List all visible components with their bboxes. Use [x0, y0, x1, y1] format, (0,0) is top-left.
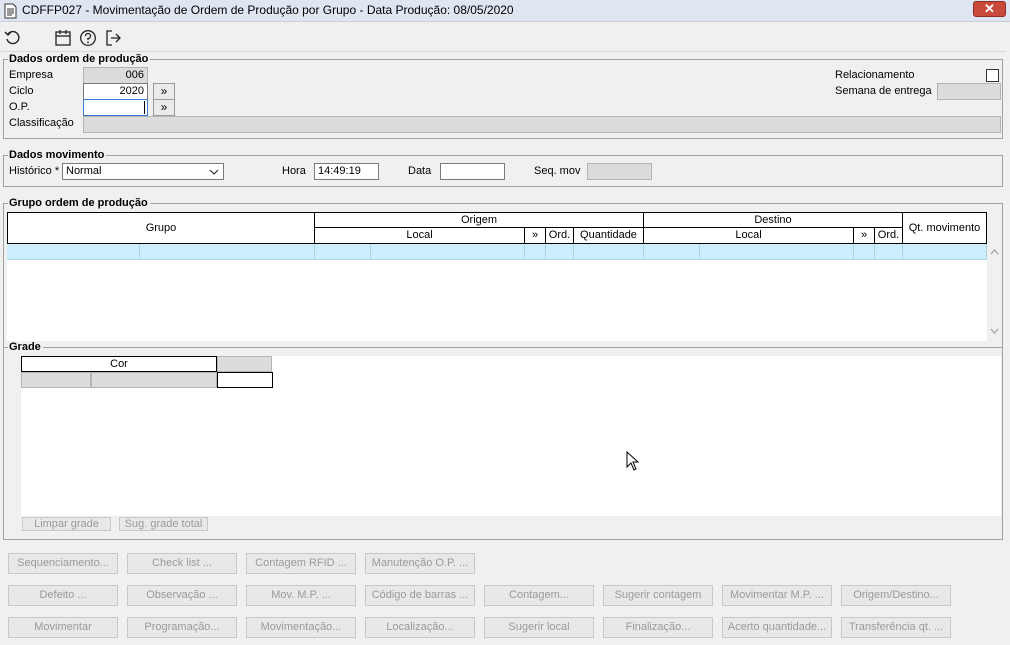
contagem-rfid-button[interactable]: Contagem RFID ...: [246, 553, 356, 574]
grade-title: Grade: [8, 341, 43, 353]
sugerir-grade-total-button[interactable]: Sug. grade total: [119, 517, 208, 531]
col-destino-ord[interactable]: Ord.: [875, 228, 903, 244]
data-field[interactable]: [440, 163, 505, 180]
table-cell[interactable]: [546, 244, 574, 259]
text-cursor: [144, 101, 145, 114]
table-cell[interactable]: [140, 244, 315, 259]
codigo-barras-button[interactable]: Código de barras ...: [365, 585, 475, 606]
historico-label: Histórico *: [9, 165, 60, 177]
seq-mov-field: [587, 163, 652, 180]
grade-header-cell: [217, 356, 272, 372]
window-title: CDFFP027 - Movimentação de Ordem de Prod…: [22, 3, 514, 17]
finalizacao-button[interactable]: Finalização...: [603, 617, 713, 638]
localizacao-button[interactable]: Localização...: [365, 617, 475, 638]
table-cell[interactable]: [700, 244, 854, 259]
grupo-ordem-title: Grupo ordem de produção: [8, 197, 150, 209]
empresa-label: Empresa: [9, 69, 54, 81]
defeito-button[interactable]: Defeito ...: [8, 585, 118, 606]
ciclo-label: Ciclo: [9, 85, 34, 97]
exit-icon[interactable]: [104, 29, 122, 47]
table-row[interactable]: [7, 244, 987, 260]
calendar-icon[interactable]: [54, 29, 72, 47]
origem-destino-button[interactable]: Origem/Destino...: [841, 585, 951, 606]
classificacao-label: Classificação: [9, 117, 74, 129]
semana-entrega-label: Semana de entrega: [835, 85, 932, 97]
col-destino-local[interactable]: Local: [644, 228, 854, 244]
mov-mp-button[interactable]: Mov. M.P. ...: [246, 585, 356, 606]
table-cell[interactable]: [371, 244, 525, 259]
movimentar-button[interactable]: Movimentar: [8, 617, 118, 638]
help-icon[interactable]: [79, 29, 97, 47]
classificacao-field: [83, 116, 1001, 133]
sequenciamento-button[interactable]: Sequenciamento...: [8, 553, 118, 574]
op-label: O.P.: [9, 101, 30, 113]
ciclo-lookup-button[interactable]: »: [153, 83, 175, 100]
table-cell[interactable]: [854, 244, 875, 259]
transferencia-qt-button[interactable]: Transferência qt. ...: [841, 617, 951, 638]
table-cell[interactable]: [574, 244, 644, 259]
col-cor[interactable]: Cor: [21, 356, 217, 372]
hora-field[interactable]: 14:49:19: [314, 163, 379, 180]
toolbar-separator: [0, 51, 1006, 52]
historico-select[interactable]: Normal: [62, 163, 224, 180]
col-qt-movimento[interactable]: Qt. movimento: [903, 212, 987, 244]
table-cell[interactable]: [644, 244, 700, 259]
check-list-button[interactable]: Check list ...: [127, 553, 237, 574]
grade-input-cell[interactable]: [217, 372, 273, 388]
title-bar: CDFFP027 - Movimentação de Ordem de Prod…: [0, 0, 1010, 22]
historico-value: Normal: [66, 165, 102, 177]
op-lookup-button[interactable]: »: [153, 99, 175, 116]
limpar-grade-button[interactable]: Limpar grade: [22, 517, 111, 531]
table-cell[interactable]: [7, 244, 140, 259]
relacionamento-label: Relacionamento: [835, 69, 915, 81]
col-destino-lookup[interactable]: »: [854, 228, 875, 244]
table-cell[interactable]: [315, 244, 371, 259]
grade-cell: [91, 372, 217, 388]
table-cell[interactable]: [903, 244, 987, 259]
contagem-button[interactable]: Contagem...: [484, 585, 594, 606]
op-field[interactable]: [83, 99, 148, 116]
grade-separator: [3, 347, 1003, 348]
observacao-button[interactable]: Observação ...: [127, 585, 237, 606]
scroll-up-icon[interactable]: [990, 249, 999, 255]
dados-movimento-title: Dados movimento: [8, 149, 107, 161]
col-origem[interactable]: Origem: [315, 212, 644, 228]
col-origem-quantidade[interactable]: Quantidade: [574, 228, 644, 244]
col-destino[interactable]: Destino: [644, 212, 903, 228]
col-origem-ord[interactable]: Ord.: [546, 228, 574, 244]
manutencao-op-button[interactable]: Manutenção O.P. ...: [365, 553, 475, 574]
relacionamento-checkbox[interactable]: [986, 69, 999, 82]
document-icon: [4, 3, 17, 19]
grade-cell: [21, 372, 91, 388]
acerto-quantidade-button[interactable]: Acerto quantidade...: [722, 617, 832, 638]
sugerir-local-button[interactable]: Sugerir local: [484, 617, 594, 638]
scroll-down-icon[interactable]: [990, 328, 999, 334]
movimentar-mp-button[interactable]: Movimentar M.P. ...: [722, 585, 832, 606]
col-origem-local[interactable]: Local: [315, 228, 525, 244]
col-grupo[interactable]: Grupo: [7, 212, 315, 244]
table-cell[interactable]: [525, 244, 546, 259]
grid-scrollbar[interactable]: [987, 244, 1001, 340]
table-cell[interactable]: [875, 244, 903, 259]
ciclo-field[interactable]: 2020: [83, 83, 148, 100]
empresa-field: 006: [83, 67, 148, 84]
programacao-button[interactable]: Programação...: [127, 617, 237, 638]
data-label: Data: [408, 165, 432, 177]
dados-ordem-title: Dados ordem de produção: [8, 53, 151, 65]
refresh-icon[interactable]: [4, 29, 22, 47]
chevron-down-icon: [209, 169, 219, 175]
close-button[interactable]: ✕: [973, 1, 1006, 17]
mouse-pointer-icon: [626, 451, 640, 471]
hora-label: Hora: [282, 165, 306, 177]
col-origem-lookup[interactable]: »: [525, 228, 546, 244]
semana-entrega-field: [937, 83, 1001, 100]
movimentacao-button[interactable]: Movimentação...: [246, 617, 356, 638]
sugerir-contagem-button[interactable]: Sugerir contagem: [603, 585, 713, 606]
seq-mov-label: Seq. mov: [534, 165, 581, 177]
